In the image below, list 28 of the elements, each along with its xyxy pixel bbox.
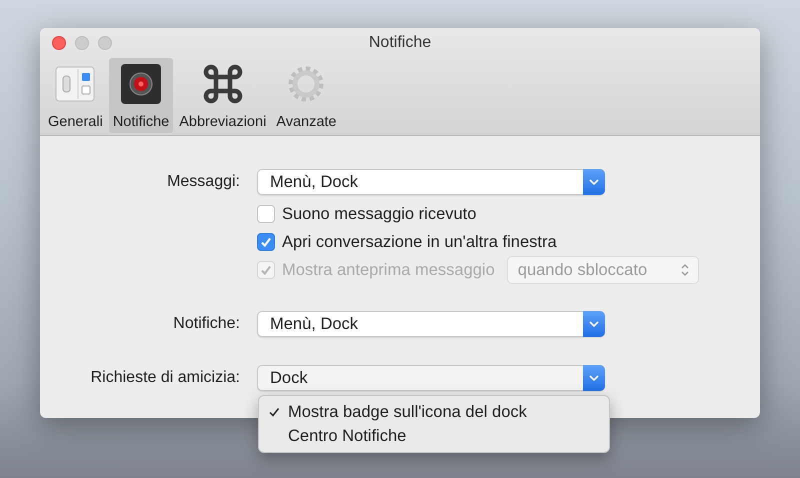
minimize-button[interactable] xyxy=(75,36,89,50)
toolbar-tab[interactable]: Notifiche xyxy=(108,58,174,133)
toolbar-tab[interactable]: Generali xyxy=(44,58,107,133)
chevron-icon xyxy=(583,169,605,195)
field-label: Notifiche: xyxy=(172,315,241,333)
checkbox-label: Suono messaggio ricevuto xyxy=(282,204,476,224)
toolbar-tab[interactable]: Avanzate xyxy=(272,58,340,133)
checkmark-icon xyxy=(259,235,273,249)
field-label: Messaggi: xyxy=(166,173,241,191)
field-label: Richieste di amicizia: xyxy=(90,369,241,387)
friend-requests-dropdown[interactable]: Dock xyxy=(257,365,605,391)
toolbar-tab[interactable]: Abbreviazioni xyxy=(175,58,270,133)
chevron-icon xyxy=(583,365,605,391)
menu-item[interactable]: Mostra badge sull'icona del dock xyxy=(259,400,609,424)
zoom-button[interactable] xyxy=(98,36,112,50)
window-title: Notifiche xyxy=(368,34,432,52)
checkbox-label: Apri conversazione in un'altra finestra xyxy=(282,232,557,252)
chevron-icon xyxy=(583,311,605,337)
checkmark-icon xyxy=(259,263,273,277)
messages-dropdown[interactable]: Menù, Dock xyxy=(257,169,605,195)
checkbox[interactable] xyxy=(257,205,275,223)
record-light-icon xyxy=(119,62,164,106)
notifications-dropdown[interactable]: Menù, Dock xyxy=(257,311,605,337)
close-button[interactable] xyxy=(52,36,66,50)
menu-item[interactable]: Centro Notifiche xyxy=(259,424,609,448)
up-down-arrows-icon xyxy=(680,263,690,277)
checkbox[interactable] xyxy=(257,233,275,251)
checkbox-label: Mostra anteprima messaggio xyxy=(282,260,495,280)
